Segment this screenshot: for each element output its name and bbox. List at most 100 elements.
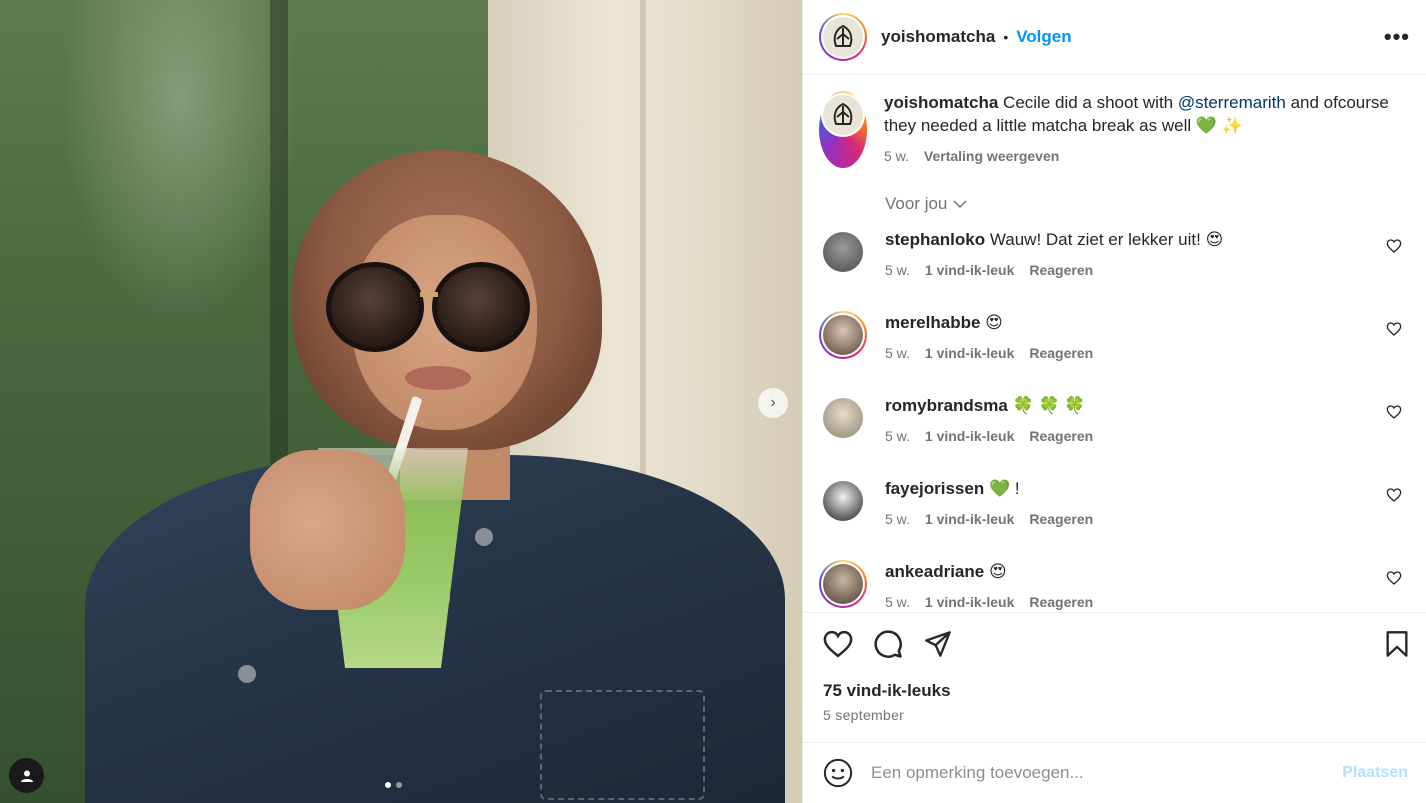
heart-icon[interactable]: [1386, 487, 1402, 503]
commenter-avatar[interactable]: [823, 232, 863, 272]
commenter-avatar[interactable]: [819, 311, 867, 359]
comment-input[interactable]: Een opmerking toevoegen...: [871, 763, 1342, 783]
caption-text-before: Cecile did a shoot with: [1003, 93, 1174, 112]
caption-avatar[interactable]: [819, 91, 867, 168]
caption-time: 5 w.: [884, 148, 909, 164]
comment-username[interactable]: stephanloko: [885, 230, 985, 249]
comment-text: Wauw! Dat ziet er lekker uit! 😍: [989, 230, 1224, 249]
action-icons: [823, 629, 1410, 659]
comment-filter-label: Voor jou: [885, 194, 948, 213]
brand-logo-icon: [823, 95, 863, 135]
brand-logo-icon: [823, 17, 863, 57]
comment-icon[interactable]: [873, 629, 903, 659]
comment-username[interactable]: fayejorissen: [885, 479, 984, 498]
matcha-leaf-icon: [833, 102, 853, 125]
comment-body: romybrandsma 🍀 🍀 🍀 5 w. 1 vind-ik-leuk R…: [885, 394, 1093, 463]
comment-body: merelhabbe 😍 5 w. 1 vind-ik-leuk Reagere…: [885, 311, 1093, 380]
post-actions: 75 vind-ik-leuks 5 september: [803, 612, 1426, 742]
comment-text: 🍀 🍀 🍀: [1012, 396, 1086, 415]
post-side-panel: yoishomatcha • Volgen ••• yoishomatcha C…: [802, 0, 1426, 803]
comment-likes-link[interactable]: 1 vind-ik-leuk: [925, 342, 1014, 365]
comment-item: stephanloko Wauw! Dat ziet er lekker uit…: [819, 228, 1410, 297]
heart-icon[interactable]: [1386, 570, 1402, 586]
comment-text: 😍: [988, 562, 1007, 581]
user-tag-icon: [20, 770, 33, 782]
share-icon[interactable]: [923, 630, 953, 658]
author-avatar[interactable]: [819, 13, 867, 61]
commenter-avatar[interactable]: [819, 560, 867, 608]
comment-item: ankeadriane 😍 5 w. 1 vind-ik-leuk Reager…: [819, 560, 1410, 612]
post-header: yoishomatcha • Volgen •••: [803, 0, 1426, 75]
photo-sunglasses-bridge: [420, 292, 438, 297]
comment-text: 💚 !: [988, 479, 1020, 498]
follow-button[interactable]: Volgen: [1016, 27, 1071, 47]
heart-icon[interactable]: [1386, 238, 1402, 254]
chevron-down-icon: [953, 199, 967, 208]
comment-likes-link[interactable]: 1 vind-ik-leuk: [925, 591, 1014, 612]
reply-button[interactable]: Reageren: [1029, 508, 1093, 531]
commenter-photo: [823, 564, 863, 604]
commenter-photo: [823, 315, 863, 355]
photo-jacket-pocket: [540, 690, 705, 800]
caption-body: yoishomatcha Cecile did a shoot with @st…: [884, 91, 1410, 168]
post-photo: ›: [0, 0, 802, 803]
comment-likes-link[interactable]: 1 vind-ik-leuk: [925, 425, 1014, 448]
comment-item: merelhabbe 😍 5 w. 1 vind-ik-leuk Reagere…: [819, 311, 1410, 380]
carousel-next-button[interactable]: ›: [758, 388, 788, 418]
commenter-avatar[interactable]: [823, 398, 863, 438]
comment-time: 5 w.: [885, 345, 910, 361]
author-username[interactable]: yoishomatcha: [881, 27, 995, 47]
comment-likes-link[interactable]: 1 vind-ik-leuk: [925, 259, 1014, 282]
comment-meta: 5 w. 1 vind-ik-leuk Reageren: [885, 342, 1093, 365]
emoji-icon[interactable]: [823, 758, 853, 788]
comment-filter-dropdown[interactable]: Voor jou: [885, 194, 1410, 214]
heart-icon[interactable]: [1386, 404, 1402, 420]
translate-link[interactable]: Vertaling weergeven: [924, 145, 1059, 168]
comment-likes-link[interactable]: 1 vind-ik-leuk: [925, 508, 1014, 531]
carousel-dot: [396, 782, 402, 788]
matcha-leaf-icon: [833, 24, 853, 47]
post-dialog: › yoishomatcha • Volgen ••• yoishomatcha…: [0, 0, 1426, 803]
comment-meta: 5 w. 1 vind-ik-leuk Reageren: [885, 259, 1223, 282]
comment-username[interactable]: merelhabbe: [885, 313, 980, 332]
photo-button: [238, 665, 256, 683]
post-date: 5 september: [823, 707, 905, 723]
comment-username[interactable]: romybrandsma: [885, 396, 1008, 415]
caption-username[interactable]: yoishomatcha: [884, 93, 998, 112]
comment-item: romybrandsma 🍀 🍀 🍀 5 w. 1 vind-ik-leuk R…: [819, 394, 1410, 463]
caption-meta: 5 w. Vertaling weergeven: [884, 145, 1410, 168]
comment-username[interactable]: ankeadriane: [885, 562, 984, 581]
photo-hand: [250, 450, 405, 610]
comment-time: 5 w.: [885, 511, 910, 527]
comment-meta: 5 w. 1 vind-ik-leuk Reageren: [885, 591, 1093, 612]
comment-time: 5 w.: [885, 594, 910, 610]
comment-meta: 5 w. 1 vind-ik-leuk Reageren: [885, 508, 1093, 531]
user-tag-button[interactable]: [9, 758, 44, 793]
photo-sunglasses-right: [432, 262, 530, 352]
commenter-avatar[interactable]: [823, 481, 863, 521]
bookmark-icon[interactable]: [1384, 630, 1410, 658]
comment-composer: Een opmerking toevoegen... Plaatsen: [803, 742, 1426, 803]
reply-button[interactable]: Reageren: [1029, 342, 1093, 365]
caption-avatar-inner: [821, 93, 865, 137]
heart-icon[interactable]: [823, 630, 853, 658]
photo-button: [475, 528, 493, 546]
photo-reflection: [60, 0, 300, 330]
header-separator: •: [1003, 29, 1009, 45]
commenter-avatar-inner: [821, 313, 865, 357]
photo-lips: [405, 366, 471, 390]
comment-body: stephanloko Wauw! Dat ziet er lekker uit…: [885, 228, 1223, 297]
like-count[interactable]: 75 vind-ik-leuks: [823, 681, 1410, 701]
reply-button[interactable]: Reageren: [1029, 591, 1093, 612]
photo-sunglasses-left: [326, 262, 424, 352]
reply-button[interactable]: Reageren: [1029, 259, 1093, 282]
more-options-button[interactable]: •••: [1384, 24, 1410, 50]
reply-button[interactable]: Reageren: [1029, 425, 1093, 448]
heart-icon[interactable]: [1386, 321, 1402, 337]
caption-mention-link[interactable]: @sterremarith: [1178, 93, 1286, 112]
comment-time: 5 w.: [885, 428, 910, 444]
comment-meta: 5 w. 1 vind-ik-leuk Reageren: [885, 425, 1093, 448]
post-comment-button[interactable]: Plaatsen: [1342, 764, 1408, 782]
author-avatar-inner: [821, 15, 865, 59]
comments-list[interactable]: yoishomatcha Cecile did a shoot with @st…: [803, 75, 1426, 612]
